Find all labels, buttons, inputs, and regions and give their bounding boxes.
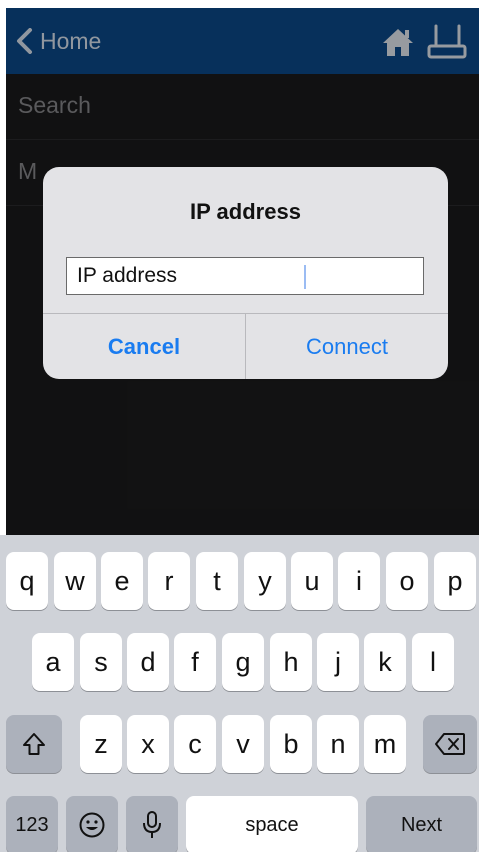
key-r[interactable]: r xyxy=(148,552,190,610)
emoji-icon xyxy=(79,812,105,838)
text-cursor xyxy=(304,265,306,289)
backspace-key[interactable] xyxy=(423,715,477,773)
ip-address-value: IP address xyxy=(77,264,178,287)
key-h[interactable]: h xyxy=(270,633,312,691)
connect-button[interactable]: Connect xyxy=(246,314,448,379)
key-a[interactable]: a xyxy=(32,633,74,691)
key-n[interactable]: n xyxy=(317,715,359,773)
dictation-key[interactable] xyxy=(126,796,178,852)
ip-address-field[interactable]: IP address xyxy=(66,257,424,295)
key-m[interactable]: m xyxy=(364,715,406,773)
key-e[interactable]: e xyxy=(101,552,143,610)
key-i[interactable]: i xyxy=(338,552,380,610)
key-o[interactable]: o xyxy=(386,552,428,610)
cancel-button[interactable]: Cancel xyxy=(43,314,245,379)
microphone-icon xyxy=(143,811,161,838)
emoji-key[interactable] xyxy=(66,796,118,852)
keyboard: q w e r t y u i o p a s d f g h j k l z … xyxy=(0,535,479,852)
key-b[interactable]: b xyxy=(270,715,312,773)
ip-address-dialog: IP address IP address Cancel Connect xyxy=(43,167,448,379)
shift-key[interactable] xyxy=(6,715,62,773)
next-key[interactable]: Next xyxy=(366,796,477,852)
key-l[interactable]: l xyxy=(412,633,454,691)
key-d[interactable]: d xyxy=(127,633,169,691)
shift-icon xyxy=(23,733,45,755)
key-c[interactable]: c xyxy=(174,715,216,773)
key-k[interactable]: k xyxy=(364,633,406,691)
key-p[interactable]: p xyxy=(434,552,476,610)
space-key[interactable]: space xyxy=(186,796,358,852)
backspace-icon xyxy=(435,733,465,755)
key-w[interactable]: w xyxy=(54,552,96,610)
key-g[interactable]: g xyxy=(222,633,264,691)
key-v[interactable]: v xyxy=(222,715,264,773)
dialog-title: IP address xyxy=(190,199,301,224)
key-j[interactable]: j xyxy=(317,633,359,691)
numbers-key[interactable]: 123 xyxy=(6,796,58,852)
key-s[interactable]: s xyxy=(80,633,122,691)
key-t[interactable]: t xyxy=(196,552,238,610)
key-u[interactable]: u xyxy=(291,552,333,610)
key-z[interactable]: z xyxy=(80,715,122,773)
key-f[interactable]: f xyxy=(174,633,216,691)
key-q[interactable]: q xyxy=(6,552,48,610)
key-x[interactable]: x xyxy=(127,715,169,773)
key-y[interactable]: y xyxy=(244,552,286,610)
